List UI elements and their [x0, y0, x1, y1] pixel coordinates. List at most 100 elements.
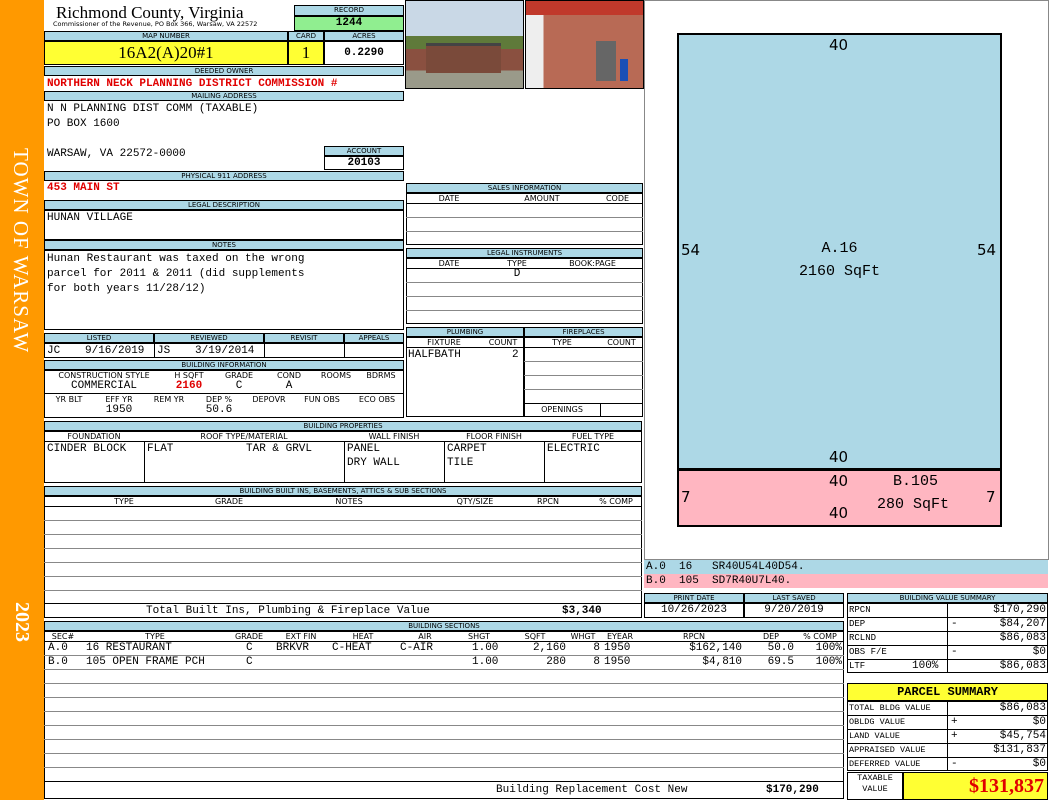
appraised-label: APPRAISED VALUE [849, 745, 926, 755]
sidebar: TOWN OF WARSAW 2023 [0, 0, 44, 800]
fuel-type-value: ELECTRIC [547, 443, 600, 455]
building-properties-label: BUILDING PROPERTIES [44, 421, 642, 431]
divider [144, 441, 145, 483]
fireplaces-header: COUNT [607, 338, 636, 347]
rclnd-value: $86,083 [999, 632, 1046, 644]
properties-header: FOUNDATION [67, 432, 121, 441]
building-value-summary-label: BUILDING VALUE SUMMARY [847, 593, 1048, 603]
taxable-label: TAXABLE [857, 773, 893, 783]
properties-header: ROOF TYPE/MATERIAL [200, 432, 288, 441]
physical-address-label: PHYSICAL 911 ADDRESS [44, 171, 404, 181]
divider [344, 441, 345, 483]
acres-value: 0.2290 [324, 41, 404, 65]
section-cell: 1950 [604, 656, 631, 668]
bi-header: REM YR [153, 395, 185, 404]
rpcn-value: $170,290 [993, 604, 1046, 616]
plumbing-fixture: HALFBATH [408, 349, 461, 361]
section-cell: A.0 [48, 642, 68, 654]
legal-description: HUNAN VILLAGE [47, 212, 133, 224]
bi-header: YR BLT [55, 395, 83, 404]
divider [44, 781, 844, 782]
roof-type-value: FLAT [147, 443, 174, 455]
section-cell: B.0 [48, 656, 68, 668]
divider [44, 393, 404, 394]
notes-line-2: parcel for 2011 & 2011 (did supplements [47, 268, 305, 280]
divider [524, 389, 643, 390]
divider [44, 562, 642, 563]
divider [44, 767, 844, 768]
divider [264, 343, 265, 358]
properties-header: FUEL TYPE [571, 432, 615, 441]
bi-header: ROOMS [320, 371, 352, 380]
ltf-pct: 100% [912, 660, 939, 672]
sections-header: GRADE [234, 632, 264, 641]
plumbing-count: 2 [512, 349, 519, 361]
floor-finish-2: TILE [447, 457, 474, 469]
sales-header: DATE [438, 194, 460, 203]
sections-header: DEP [762, 632, 780, 641]
sections-header: RPCN [683, 632, 705, 641]
divider [406, 296, 643, 297]
sections-header: EXT FIN [285, 632, 317, 641]
rpcn-label: RPCN [849, 605, 871, 615]
awning-shape [526, 1, 643, 15]
section-cell: 280 [546, 656, 566, 668]
divider [44, 753, 844, 754]
foundation-value: CINDER BLOCK [47, 443, 127, 455]
condition-value: A [285, 380, 293, 392]
section-cell: 16 RESTAURANT [86, 642, 172, 654]
commissioner-address: Commissioner of the Revenue, PO Box 366,… [53, 20, 258, 28]
built-ins-label: BUILDING BUILT INS, BASEMENTS, ATTICS & … [44, 486, 642, 496]
divider [44, 548, 642, 549]
divider [344, 343, 345, 358]
total-bldg-value: $86,083 [999, 702, 1046, 714]
section-cell: 1.00 [472, 642, 499, 654]
deferred-value: $0 [1032, 758, 1046, 770]
instruments-header: DATE [438, 259, 460, 268]
sketch-dim: 40 [829, 448, 849, 466]
door-shape [596, 41, 616, 81]
sketch-dim: 40 [829, 472, 849, 490]
notes-line-1: Hunan Restaurant was taxed on the wrong [47, 253, 305, 265]
sections-header: EYEAR [606, 632, 634, 641]
last-saved: 9/20/2019 [744, 603, 844, 618]
total-bldg-label: TOTAL BLDG VALUE [849, 703, 931, 713]
divider [44, 506, 642, 507]
section-cell: 105 OPEN FRAME PCH [86, 656, 205, 668]
legal-description-label: LEGAL DESCRIPTION [44, 200, 404, 210]
section-cell: 50.0 [767, 642, 794, 654]
section-cell: $4,810 [702, 656, 742, 668]
obs-value: $0 [1032, 646, 1046, 658]
section-cell: 8 [593, 642, 600, 654]
appeals-label: APPEALS [344, 333, 404, 343]
last-saved-label: LAST SAVED [744, 593, 844, 603]
sections-header: WHGT [570, 632, 596, 641]
divider [444, 441, 445, 483]
divider [44, 520, 642, 521]
construction-style: COMMERCIAL [70, 380, 137, 392]
sketch-area: 40 54 54 40 A.16 2160 SqFt 40 7 7 40 B.1… [644, 0, 1049, 560]
deeded-owner-label: DEEDED OWNER [44, 66, 404, 76]
sketch-b-name: B.105 [893, 473, 939, 490]
mailing-line-2: PO BOX 1600 [47, 118, 120, 130]
taxable-label-2: VALUE [862, 784, 888, 794]
deferred-label: DEFERRED VALUE [849, 759, 921, 769]
land-value: $45,754 [999, 730, 1046, 742]
builtins-header: TYPE [114, 497, 134, 506]
section-cell: C [246, 656, 253, 668]
listed-by: JC [47, 345, 61, 357]
builtins-header: % COMP [599, 497, 633, 506]
bi-header: GRADE [224, 371, 254, 380]
section-cell: 2,160 [532, 642, 566, 654]
builtins-header: NOTES [335, 497, 363, 506]
replacement-cost: $170,290 [766, 784, 819, 796]
taxable-value: $131,837 [903, 772, 1048, 800]
plumbing-label: PLUMBING [406, 327, 524, 337]
reviewed-by: JS [157, 345, 171, 357]
roof-material-value: TAR & GRVL [246, 443, 313, 455]
section-cell: 69.5 [767, 656, 794, 668]
divider [406, 310, 643, 311]
builtins-header: QTY/SIZE [456, 497, 494, 506]
bi-header: ECO OBS [358, 395, 396, 404]
building-info-label: BUILDING INFORMATION [44, 360, 404, 370]
